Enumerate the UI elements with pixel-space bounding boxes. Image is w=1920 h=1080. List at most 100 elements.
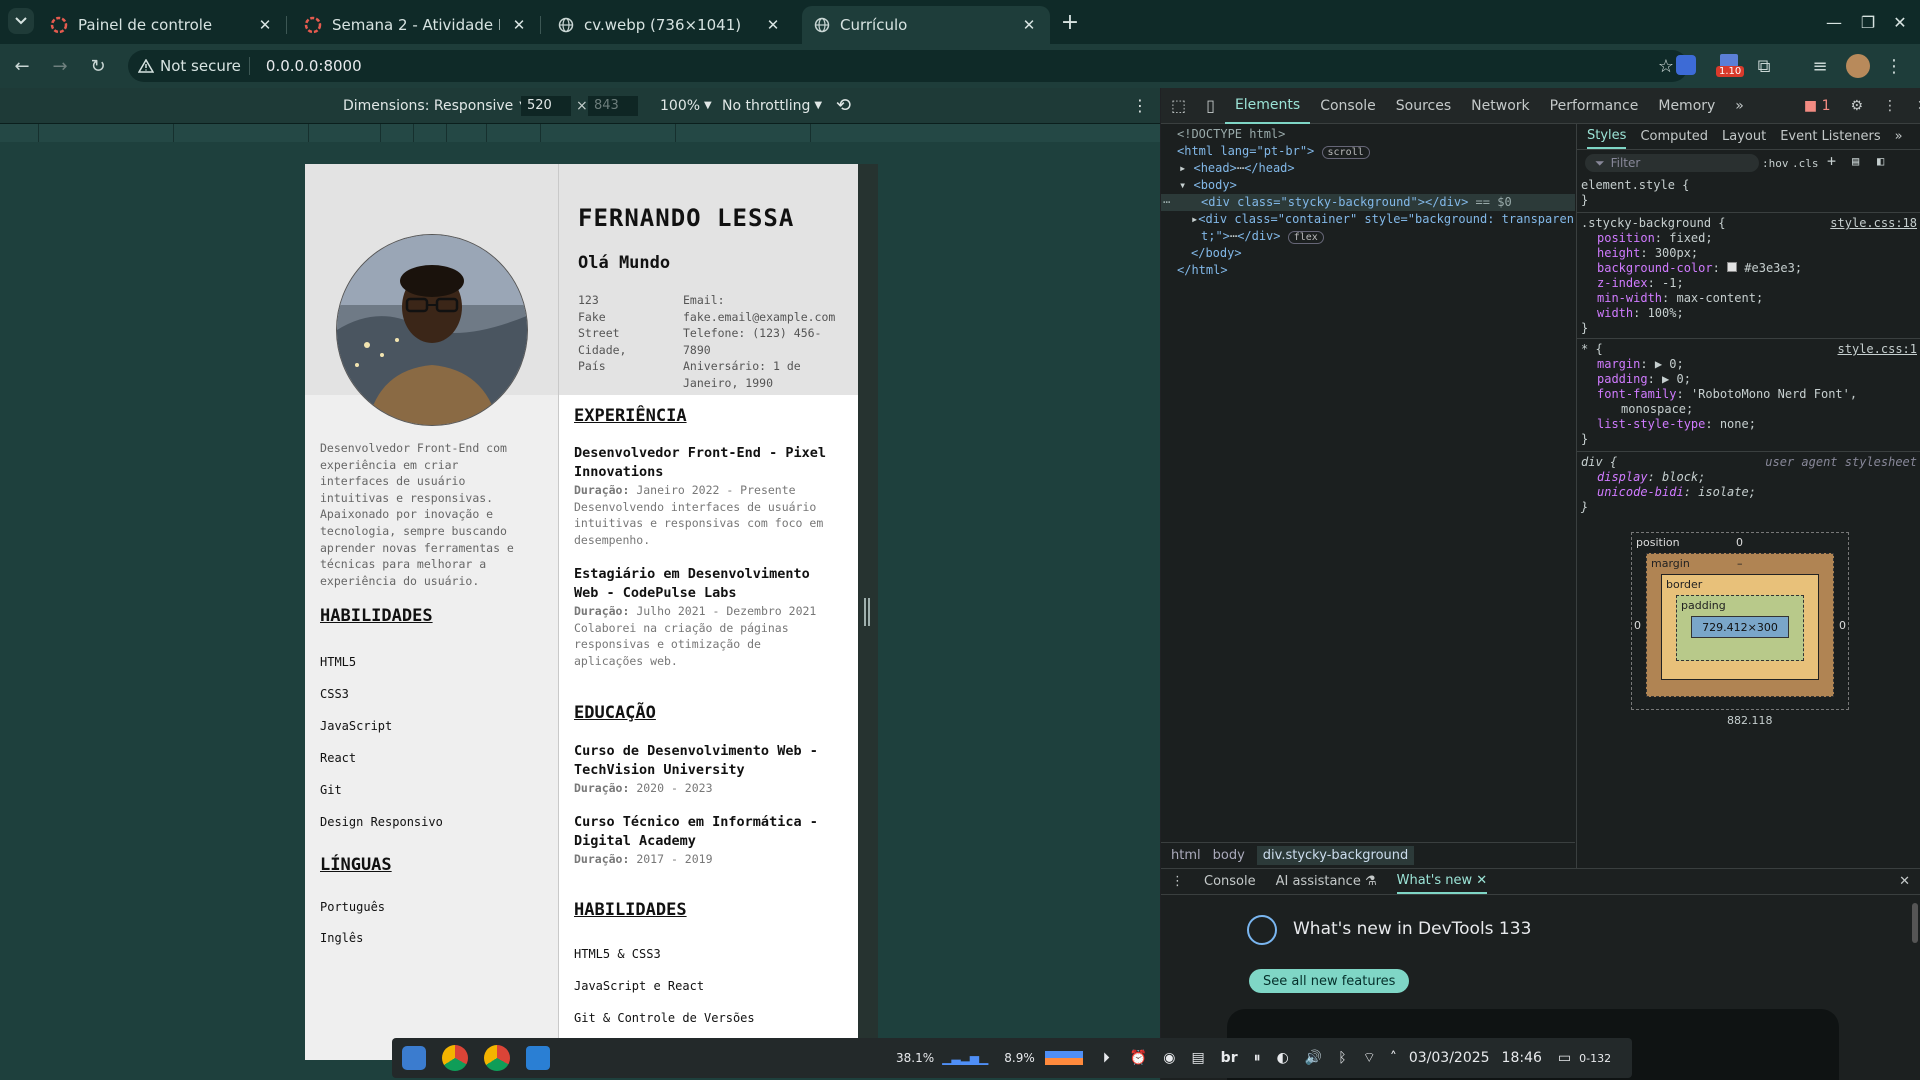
window-close-icon[interactable]: ✕ <box>1888 10 1912 34</box>
tab-elements[interactable]: Elements <box>1224 88 1311 124</box>
color-swatch[interactable] <box>1727 262 1738 272</box>
see-all-features-button[interactable]: See all new features <box>1249 969 1410 993</box>
cls-toggle[interactable]: .cls <box>1792 156 1819 171</box>
width-input[interactable]: 520 <box>521 95 571 116</box>
scroll-badge[interactable]: scroll <box>1321 146 1370 159</box>
back-arrow-icon[interactable]: ← <box>10 54 34 78</box>
minimize-icon[interactable]: — <box>1822 10 1846 34</box>
chrome-icon[interactable] <box>442 1045 468 1071</box>
tab-memory[interactable]: Memory <box>1648 88 1725 124</box>
settings-gear-icon[interactable]: ⚙ <box>1840 88 1873 124</box>
close-icon[interactable]: ✕ <box>1899 874 1910 889</box>
media-play-icon[interactable]: ⏵ <box>1103 1050 1110 1066</box>
margin-box[interactable]: margin – border padding 729.412×300 <box>1646 553 1834 697</box>
scrollbar[interactable] <box>1912 903 1918 943</box>
drawer-tab-whats-new[interactable]: What's new ✕ <box>1396 869 1488 894</box>
flex-badge[interactable]: flex <box>1287 231 1324 244</box>
puzzle-icon[interactable]: ⧉ <box>1752 54 1776 78</box>
prop-value[interactable]: fixed; <box>1669 231 1712 245</box>
tab-semana-2[interactable]: Semana 2 - Atividade Prátic ✕ <box>292 6 541 44</box>
close-icon[interactable]: ✕ <box>256 16 274 34</box>
forward-arrow-icon[interactable]: → <box>48 54 72 78</box>
close-icon[interactable]: ✕ <box>510 16 528 34</box>
media-icon[interactable]: ≡ <box>1808 54 1832 78</box>
tab-painel[interactable]: Painel de controle ✕ <box>38 6 287 44</box>
wifi-icon[interactable]: ⌔ <box>1363 1049 1376 1067</box>
resize-handle[interactable] <box>864 598 870 626</box>
dimensions-select[interactable]: Dimensions: Responsive▼ <box>343 98 527 114</box>
inspect-icon[interactable]: ⬚ <box>1161 88 1196 124</box>
more-tabs-icon[interactable]: » <box>1725 88 1754 124</box>
tab-cv-webp[interactable]: cv.webp (736×1041) ✕ <box>546 6 794 44</box>
not-secure-chip[interactable]: Not secure <box>138 57 241 75</box>
prop-value[interactable]: ▶ 0; <box>1655 357 1684 371</box>
dom-sticky-node[interactable]: <div class="stycky-background"></div> ==… <box>1201 194 1512 211</box>
dom-body-node[interactable]: ▾ <body> <box>1179 177 1237 194</box>
clipboard-icon[interactable]: ▤ <box>1191 1050 1204 1066</box>
tab-search-button[interactable] <box>8 8 34 34</box>
prop-value[interactable]: 100%; <box>1648 306 1684 320</box>
volume-icon[interactable]: 🔊 <box>1305 1050 1322 1066</box>
date[interactable]: 03/03/2025 <box>1409 1050 1490 1066</box>
tab-layout[interactable]: Layout <box>1722 129 1766 144</box>
star-icon[interactable]: ☆ <box>1658 56 1674 77</box>
tab-network[interactable]: Network <box>1461 88 1539 124</box>
chevron-up-icon[interactable]: ˄ <box>1390 1050 1397 1066</box>
prop-value[interactable]: 'RobotoMono Nerd Font', <box>1691 387 1857 401</box>
close-icon[interactable]: ✕ <box>1907 88 1920 124</box>
accessibility-icon[interactable]: ◉ <box>1163 1050 1175 1066</box>
dom-html-node[interactable]: <html lang="pt-br"> scroll <box>1177 143 1370 161</box>
time[interactable]: 18:46 <box>1502 1050 1542 1066</box>
prop-value[interactable]: none; <box>1720 417 1756 431</box>
avatar[interactable] <box>1846 54 1870 78</box>
close-icon[interactable]: ✕ <box>1020 16 1038 34</box>
drawer-tab-console[interactable]: Console <box>1204 874 1256 889</box>
pause-icon[interactable]: ⏸ <box>1254 1050 1261 1066</box>
zoom-select[interactable]: 100% ▼ <box>660 98 712 114</box>
prop-value[interactable]: max-content; <box>1676 291 1763 305</box>
kebab-menu-icon[interactable]: ⋮ <box>1882 54 1906 78</box>
border-box[interactable]: border padding 729.412×300 <box>1661 574 1819 680</box>
tab-curriculo[interactable]: Currículo ✕ <box>802 6 1050 44</box>
paint-icon[interactable]: ▤ <box>1852 154 1859 169</box>
height-input[interactable]: 843 <box>588 95 638 116</box>
collapse-arrow-icon[interactable]: ▾ <box>1179 178 1186 192</box>
content-box[interactable]: 729.412×300 <box>1691 616 1789 638</box>
app-icon-finder[interactable] <box>402 1046 426 1070</box>
extension-icon[interactable]: 1.10 <box>1714 54 1745 78</box>
rule-source-link[interactable]: style.css:18 <box>1830 216 1917 231</box>
close-icon[interactable]: ✕ <box>764 16 782 34</box>
breadcrumb-html[interactable]: html <box>1171 848 1201 863</box>
dom-container-node[interactable]: ▸<div class="container" style="backgroun… <box>1191 211 1574 228</box>
add-rule-icon[interactable]: + <box>1827 154 1836 169</box>
tab-performance[interactable]: Performance <box>1540 88 1649 124</box>
ellipsis-icon[interactable]: ⋯ <box>1237 161 1244 175</box>
chrome-icon[interactable] <box>484 1045 510 1071</box>
padding-box[interactable]: padding 729.412×300 <box>1676 595 1804 661</box>
tab-sources[interactable]: Sources <box>1386 88 1461 124</box>
reload-icon[interactable]: ↻ <box>86 54 110 78</box>
desktop-icon[interactable]: ▭ <box>1558 1050 1571 1066</box>
kebab-menu-icon[interactable]: ⋮ <box>1873 88 1907 124</box>
bluetooth-icon[interactable]: ᛒ <box>1338 1050 1346 1066</box>
night-light-icon[interactable]: ◐ <box>1277 1050 1289 1066</box>
tab-event-listeners[interactable]: Event Listeners <box>1780 129 1880 144</box>
prop-value[interactable]: monospace; <box>1581 402 1917 417</box>
shield-icon[interactable] <box>1676 55 1696 75</box>
media-query-ruler[interactable] <box>0 124 1160 142</box>
kebab-menu-icon[interactable]: ⋮ <box>1132 96 1148 115</box>
vscode-icon[interactable] <box>526 1046 550 1070</box>
dom-container-node-cont[interactable]: t;">⋯</div> flex <box>1201 228 1324 246</box>
styles-filter-input[interactable]: ⏷ Filter <box>1585 154 1759 172</box>
prop-value[interactable]: 300px; <box>1655 246 1698 260</box>
prop-value[interactable]: ▶ 0; <box>1662 372 1691 386</box>
rule-source-link[interactable]: style.css:1 <box>1838 342 1917 357</box>
rotate-icon[interactable]: ⟲ <box>836 95 851 116</box>
device-toggle-icon[interactable]: ▯ <box>1196 88 1225 124</box>
expand-arrow-icon[interactable]: ▸ <box>1179 161 1186 175</box>
kebab-menu-icon[interactable]: ⋮ <box>1171 874 1184 889</box>
breadcrumb-selected[interactable]: div.stycky-background <box>1256 846 1415 865</box>
address-bar[interactable]: Not secure 0.0.0.0:8000 ☆ <box>128 50 1688 82</box>
tab-styles[interactable]: Styles <box>1587 124 1627 149</box>
hov-toggle[interactable]: :hov <box>1762 156 1789 171</box>
